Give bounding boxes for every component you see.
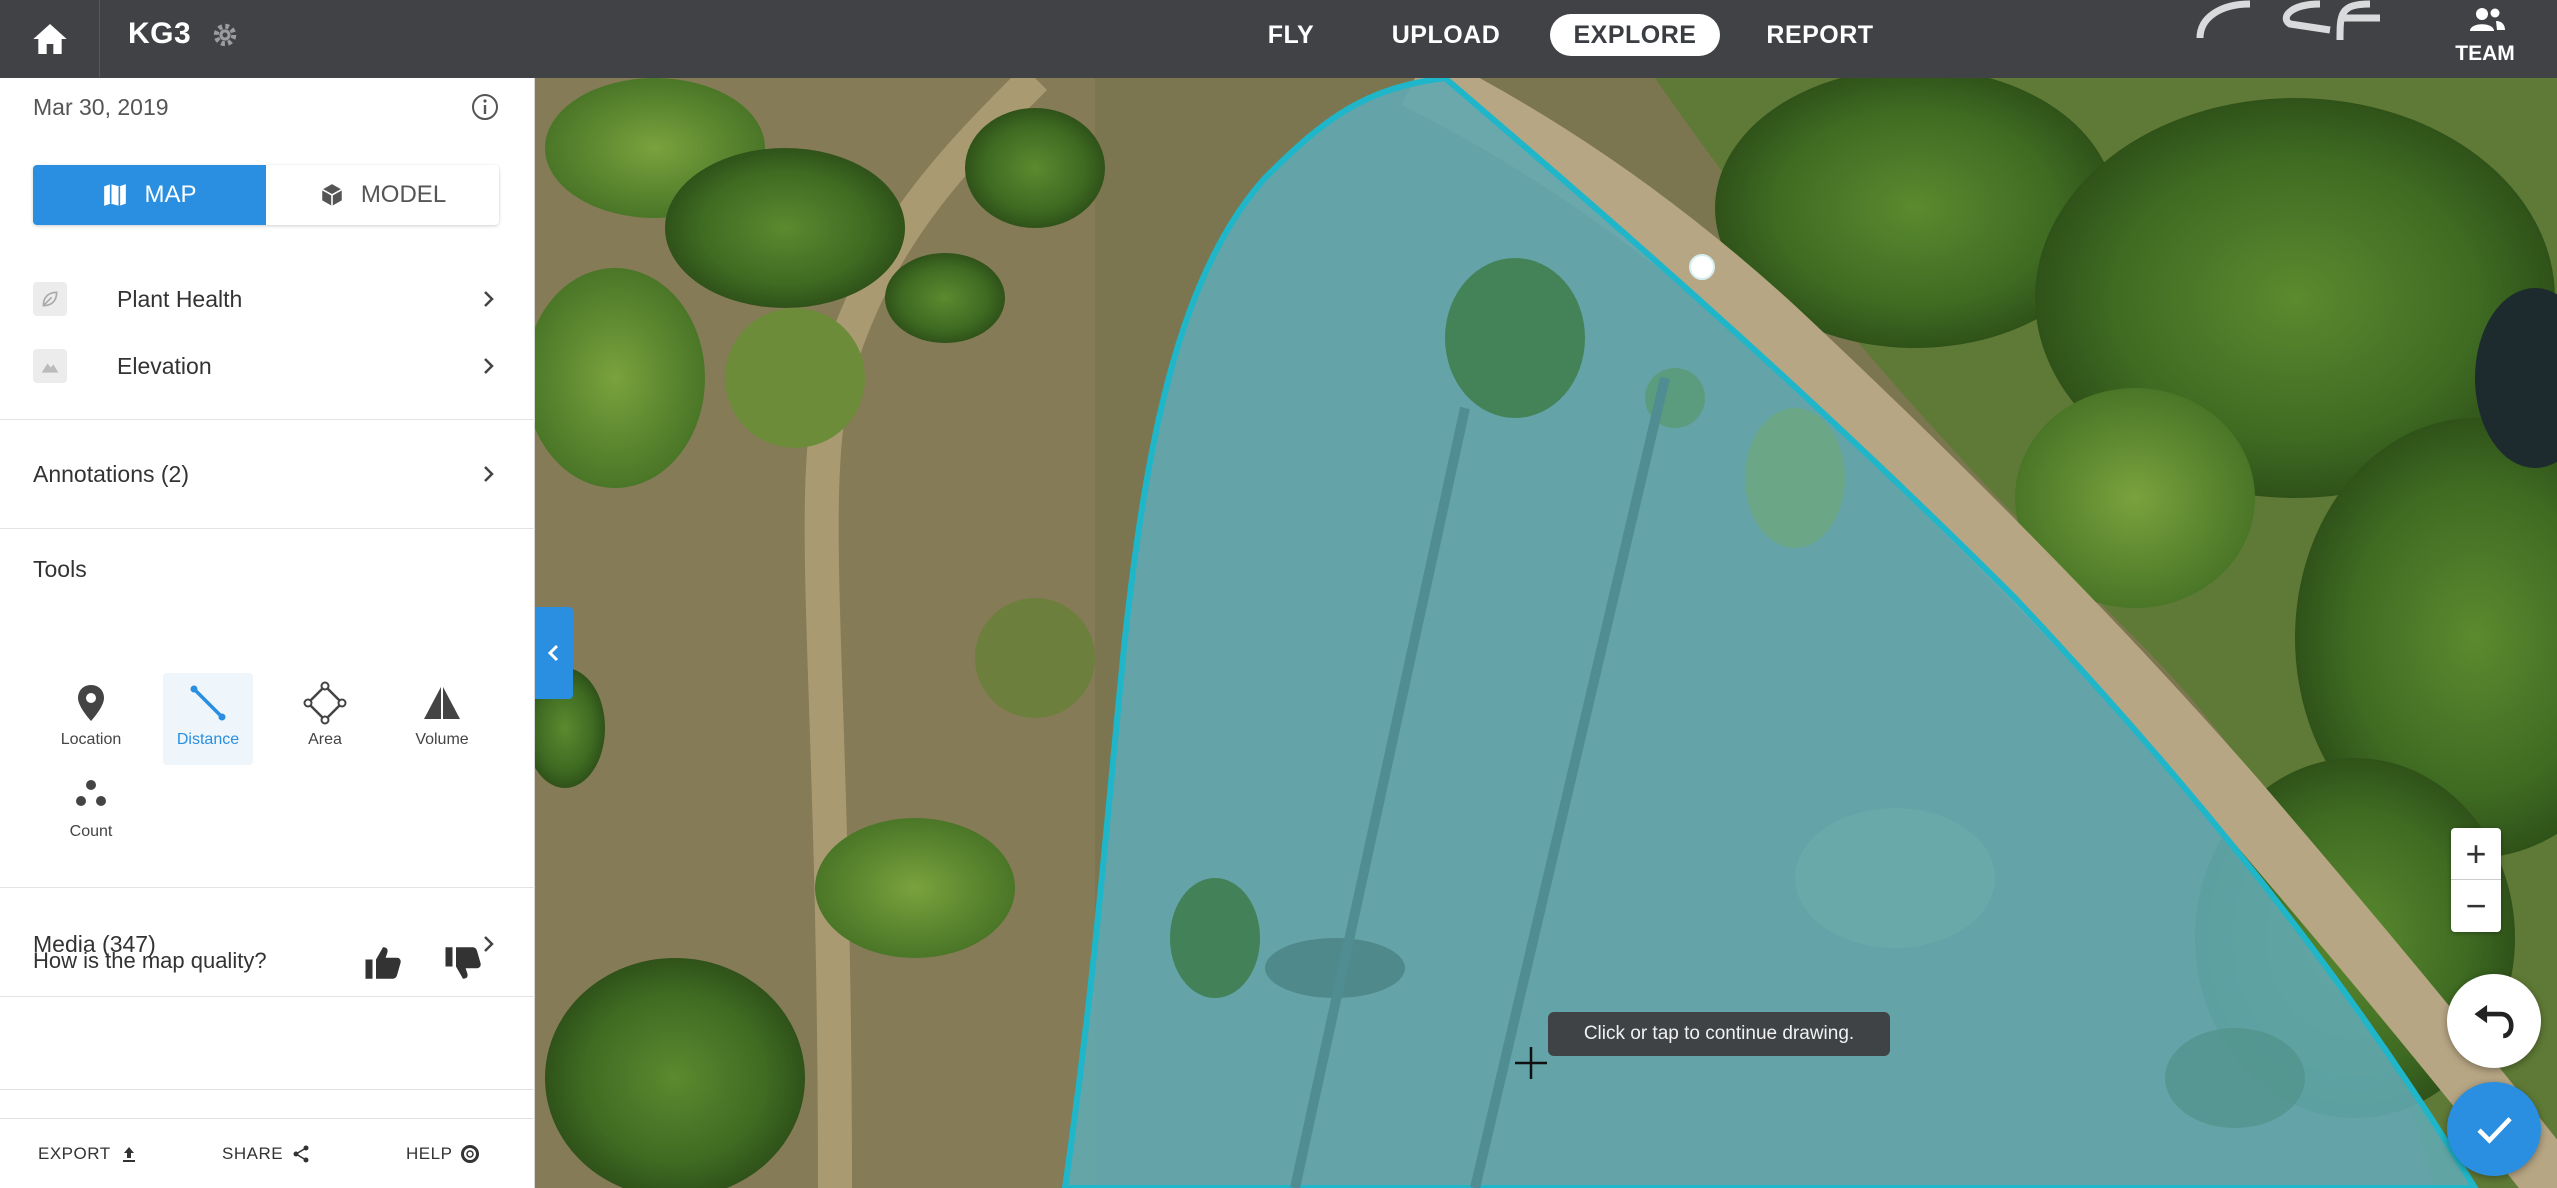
- annotations-row[interactable]: Annotations (2): [33, 444, 499, 504]
- layer-elevation[interactable]: Elevation: [33, 336, 499, 396]
- side-panel: Mar 30, 2019 MAP MODEL Plant Health Elev…: [0, 78, 535, 1188]
- tool-volume-label: Volume: [415, 731, 469, 748]
- nav-fly[interactable]: FLY: [1246, 14, 1336, 56]
- top-bar: KG3 FLY UPLOAD EXPLORE REPORT TEAM: [0, 0, 2557, 78]
- model-view-label: MODEL: [360, 181, 447, 208]
- share-button[interactable]: SHARE: [222, 1119, 311, 1188]
- upload-icon: [122, 1147, 135, 1162]
- collapse-panel-button[interactable]: [535, 607, 573, 699]
- panel-footer: EXPORT SHARE HELP: [0, 1118, 535, 1188]
- zoom-in-button[interactable]: +: [2451, 828, 2501, 880]
- map-view-label: MAP: [144, 181, 197, 208]
- map-view[interactable]: Click or tap to continue drawing. + −: [535, 78, 2557, 1188]
- layer-plant-health-label: Plant Health: [117, 285, 243, 312]
- nav-upload[interactable]: UPLOAD: [1376, 14, 1516, 56]
- capture-date: Mar 30, 2019: [33, 94, 169, 120]
- nav-report[interactable]: REPORT: [1755, 14, 1885, 56]
- undo-icon: [2474, 1004, 2514, 1039]
- share-label: SHARE: [222, 1144, 284, 1163]
- tool-location[interactable]: Location: [46, 673, 136, 765]
- distance-line-icon: [190, 685, 226, 721]
- tool-area[interactable]: Area: [280, 673, 370, 765]
- map-icon: [104, 184, 127, 206]
- team-button[interactable]: TEAM: [2440, 0, 2530, 78]
- home-icon: [32, 24, 67, 54]
- divider: [0, 887, 535, 888]
- divider: [0, 996, 535, 997]
- tool-distance-label: Distance: [176, 731, 240, 748]
- gear-icon[interactable]: [210, 20, 240, 50]
- drawing-tooltip: Click or tap to continue drawing.: [1548, 1012, 1890, 1056]
- thumbs-down-icon[interactable]: [442, 942, 484, 984]
- cube-icon: [321, 184, 342, 206]
- divider: [0, 419, 535, 420]
- orthomosaic-image: [535, 78, 2557, 1188]
- share-icon: [293, 1145, 309, 1163]
- lifebuoy-icon: [461, 1145, 480, 1163]
- home-button[interactable]: [0, 0, 100, 78]
- export-label: EXPORT: [38, 1144, 111, 1163]
- finish-drawing-button[interactable]: [2447, 1082, 2541, 1176]
- tools-title: Tools: [33, 556, 87, 582]
- location-pin-icon: [78, 685, 104, 721]
- tool-count-label: Count: [69, 823, 113, 840]
- annotations-label: Annotations (2): [33, 460, 189, 487]
- view-toggle: MAP MODEL: [33, 165, 499, 225]
- help-label: HELP: [406, 1144, 453, 1163]
- tool-volume[interactable]: Volume: [397, 673, 487, 765]
- team-icon: [2470, 8, 2505, 31]
- nav-explore[interactable]: EXPLORE: [1550, 14, 1720, 56]
- count-dots-icon: [76, 780, 106, 806]
- layer-plant-health[interactable]: Plant Health: [33, 269, 499, 329]
- zoom-control: + −: [2451, 828, 2501, 932]
- crosshair-cursor-icon: [1515, 1047, 1547, 1079]
- layer-elevation-label: Elevation: [117, 352, 212, 379]
- tool-location-label: Location: [60, 731, 122, 748]
- area-polygon-icon: [303, 681, 347, 725]
- export-button[interactable]: EXPORT: [38, 1119, 139, 1188]
- tool-count[interactable]: Count: [46, 765, 136, 857]
- leaf-icon: [33, 282, 67, 316]
- thumbs-up-icon[interactable]: [362, 942, 404, 984]
- divider: [0, 528, 535, 529]
- chevron-right-icon: [484, 291, 494, 307]
- project-name: KG3: [128, 17, 192, 50]
- help-button[interactable]: HELP: [406, 1119, 480, 1188]
- chevron-right-icon: [484, 358, 494, 374]
- tool-distance[interactable]: Distance: [163, 673, 253, 765]
- checkmark-icon: [2477, 1117, 2512, 1144]
- company-logo: [2196, 0, 2380, 41]
- map-view-button[interactable]: MAP: [33, 165, 266, 225]
- divider: [0, 1089, 535, 1090]
- tool-area-label: Area: [308, 731, 342, 748]
- info-icon[interactable]: [470, 92, 500, 122]
- undo-button[interactable]: [2447, 974, 2541, 1068]
- model-view-button[interactable]: MODEL: [266, 165, 499, 225]
- chevron-right-icon: [484, 466, 494, 482]
- zoom-out-button[interactable]: −: [2451, 880, 2501, 932]
- mountain-icon: [33, 349, 67, 383]
- map-quality-question: How is the map quality?: [33, 948, 267, 973]
- volume-icon: [424, 685, 460, 719]
- team-label: TEAM: [2455, 42, 2515, 65]
- chevron-left-icon: [547, 644, 559, 662]
